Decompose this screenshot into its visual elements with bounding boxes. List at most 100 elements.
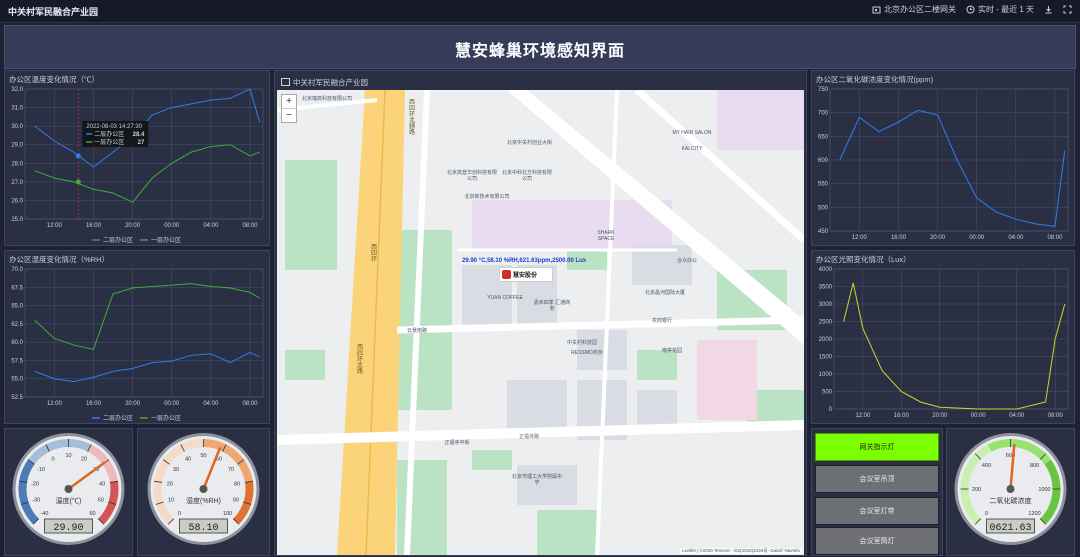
sensor-marker[interactable]: 慧安股份 bbox=[499, 267, 553, 282]
y-tick-label: 29.0 bbox=[11, 143, 23, 149]
clock-icon bbox=[966, 5, 975, 14]
x-tick-label: 08:00 bbox=[242, 223, 258, 229]
fullscreen-button[interactable] bbox=[1063, 5, 1072, 14]
x-tick-label: 12:00 bbox=[852, 235, 868, 241]
map-view[interactable]: + − 北京瑞高科技有限公司 北京中关村创业大街 北京中科北方科技有限公司 北京… bbox=[277, 90, 804, 555]
gauge-tick-label: 0 bbox=[52, 457, 55, 463]
map-panel-title: 中关村军民融合产业园 bbox=[281, 77, 368, 88]
meeting-light-strip-button[interactable]: 会议室灯带 bbox=[815, 497, 939, 525]
legend-label: 一层办公区 bbox=[151, 414, 181, 422]
gauge-tick-label: 50 bbox=[98, 498, 104, 504]
gauge-tick-label: 80 bbox=[234, 482, 240, 488]
y-tick-label: 4000 bbox=[819, 267, 833, 273]
temperature-chart-title: 办公区温度变化情况（℃） bbox=[9, 75, 99, 84]
gauge-tick-label: 30 bbox=[173, 467, 179, 473]
map-label: SHARK SPACE bbox=[597, 230, 615, 242]
co2-chart: 750 700 650 600 550 500 450 12:00 16:00 20:00 00:0… bbox=[818, 87, 1069, 241]
gateway-light-button[interactable]: 网关指示灯 bbox=[815, 433, 939, 461]
gauge-tick-label: 0 bbox=[985, 511, 988, 517]
co2-chart-title: 办公区二氧化碳浓度变化情况(ppm) bbox=[816, 75, 934, 84]
meeting-ceiling-light-button[interactable]: 会议室吊顶 bbox=[815, 465, 939, 493]
lux-chart-title: 办公区光照变化情况（Lux） bbox=[816, 255, 911, 264]
gauge-tick-label: -30 bbox=[32, 498, 40, 504]
sensor-readout: 29.90 °C,58.10 %RH,621.63ppm,2500.00 Lux bbox=[462, 258, 587, 264]
gauge-tick-label: 20 bbox=[167, 482, 173, 488]
y-tick-label: 65.0 bbox=[11, 304, 23, 310]
meeting-downlight-button[interactable]: 会议室筒灯 bbox=[815, 527, 939, 555]
road-label: 正福寺中街 bbox=[444, 440, 470, 446]
co2-gauge: 020040060080010001200二氧化碳浓度0621.63 bbox=[954, 433, 1067, 545]
map-label: 北京市理工大学附属中学 bbox=[512, 474, 563, 486]
x-tick-label: 16:00 bbox=[894, 413, 910, 419]
humidity-chart-panel: 办公区湿度变化情况（%RH） 70.0 67.5 65.0 62.5 60.0 57.5 5… bbox=[4, 250, 270, 424]
series-line bbox=[839, 109, 1066, 227]
co2-gauge-panel: 0 200 400 600 800 1000 1200 二氧化碳浓度 0621.63 bbox=[946, 428, 1075, 556]
x-tick-label: 16:00 bbox=[86, 223, 102, 229]
y-tick-label: 3500 bbox=[819, 285, 833, 291]
x-tick-label: 20:00 bbox=[125, 401, 141, 407]
y-tick-label: 750 bbox=[818, 87, 829, 93]
plot-area bbox=[24, 88, 264, 220]
gauge-hub bbox=[64, 485, 73, 493]
time-range-selector[interactable]: 实时 - 最近 1 天 bbox=[966, 4, 1034, 15]
temperature-gauge: -40-30-20-100102030405060温度(℃)29.90 bbox=[12, 433, 125, 545]
y-tick-label: 25.0 bbox=[11, 217, 23, 223]
x-tick-label: 12:00 bbox=[855, 413, 871, 419]
map-label: 北京中关村创业大街 bbox=[506, 140, 552, 146]
gauge-readout-value: 0621.63 bbox=[989, 523, 1031, 534]
y-tick-label: 62.5 bbox=[11, 322, 23, 328]
y-tick-label: 450 bbox=[818, 229, 829, 235]
y-tick-label: 1500 bbox=[819, 355, 833, 361]
y-tick-label: 2500 bbox=[819, 320, 833, 326]
gauge-tick-label: 50 bbox=[200, 453, 206, 459]
app-title: 中关村军民融合产业园 bbox=[8, 7, 99, 17]
y-tick-label: 700 bbox=[818, 111, 829, 117]
device-control-panel: 网关指示灯 会议室吊顶 会议室灯带 会议室筒灯 bbox=[811, 428, 943, 556]
x-tick-label: 12:00 bbox=[47, 223, 63, 229]
y-tick-label: 32.0 bbox=[11, 87, 23, 93]
humidity-gauge: 0102030405060708090100湿度(%RH)58.10 bbox=[147, 433, 260, 545]
x-tick-label: 04:00 bbox=[1008, 235, 1024, 241]
x-tick-label: 20:00 bbox=[125, 223, 141, 229]
brand-label: 慧安股份 bbox=[513, 273, 538, 279]
x-tick-label: 20:00 bbox=[930, 235, 946, 241]
map-zoom-controls: + − bbox=[281, 94, 297, 123]
x-tick-label: 00:00 bbox=[164, 223, 180, 229]
fullscreen-icon bbox=[1063, 5, 1072, 14]
x-tick-label: 08:00 bbox=[242, 401, 258, 407]
map-label: 嘉禾四季 汇通商务 bbox=[533, 300, 571, 312]
y-tick-label: 60.0 bbox=[11, 340, 23, 346]
y-tick-label: 28.0 bbox=[11, 161, 23, 167]
x-tick-label: 00:00 bbox=[971, 413, 987, 419]
y-tick-label: 70.0 bbox=[11, 267, 23, 273]
zoom-in-button[interactable]: + bbox=[282, 95, 296, 109]
map-icon bbox=[281, 78, 290, 86]
zoom-out-button[interactable]: − bbox=[282, 109, 296, 122]
x-tick-label: 00:00 bbox=[969, 235, 985, 241]
map-label: 北京瑞高科技有限公司 bbox=[301, 96, 352, 102]
gauge-tick-label: 40 bbox=[99, 482, 105, 488]
humidity-chart-title: 办公区湿度变化情况（%RH） bbox=[9, 255, 110, 264]
gauge-tick-label: 40 bbox=[185, 457, 191, 463]
map-label: KALCITY bbox=[681, 146, 703, 152]
y-tick-label: 2000 bbox=[819, 337, 833, 343]
gauge-label: 二氧化碳浓度 bbox=[990, 496, 1032, 505]
gauge-readout-value: 29.90 bbox=[53, 523, 83, 534]
brand-logo-icon bbox=[502, 270, 511, 279]
x-tick-label: 04:00 bbox=[203, 401, 219, 407]
y-tick-label: 30.0 bbox=[11, 124, 23, 130]
map-label: 中关村科技园 bbox=[566, 340, 597, 346]
y-tick-label: 27.0 bbox=[11, 180, 23, 186]
gauge-tick-label: 10 bbox=[168, 498, 174, 504]
building-icon bbox=[872, 6, 881, 13]
gauge-tick-label: 200 bbox=[972, 487, 981, 493]
location-selector[interactable]: 北京办公区二楼网关 bbox=[872, 4, 956, 15]
page-header: 慧安蜂巢环境感知界面 bbox=[4, 25, 1076, 69]
gauge-tick-label: -10 bbox=[37, 467, 45, 473]
series-line bbox=[34, 144, 260, 203]
series-line bbox=[34, 351, 260, 383]
download-button[interactable] bbox=[1044, 5, 1053, 14]
page-title: 慧安蜂巢环境感知界面 bbox=[454, 43, 625, 60]
y-tick-label: 0 bbox=[829, 407, 833, 413]
gauge-tick-label: -40 bbox=[40, 511, 48, 517]
